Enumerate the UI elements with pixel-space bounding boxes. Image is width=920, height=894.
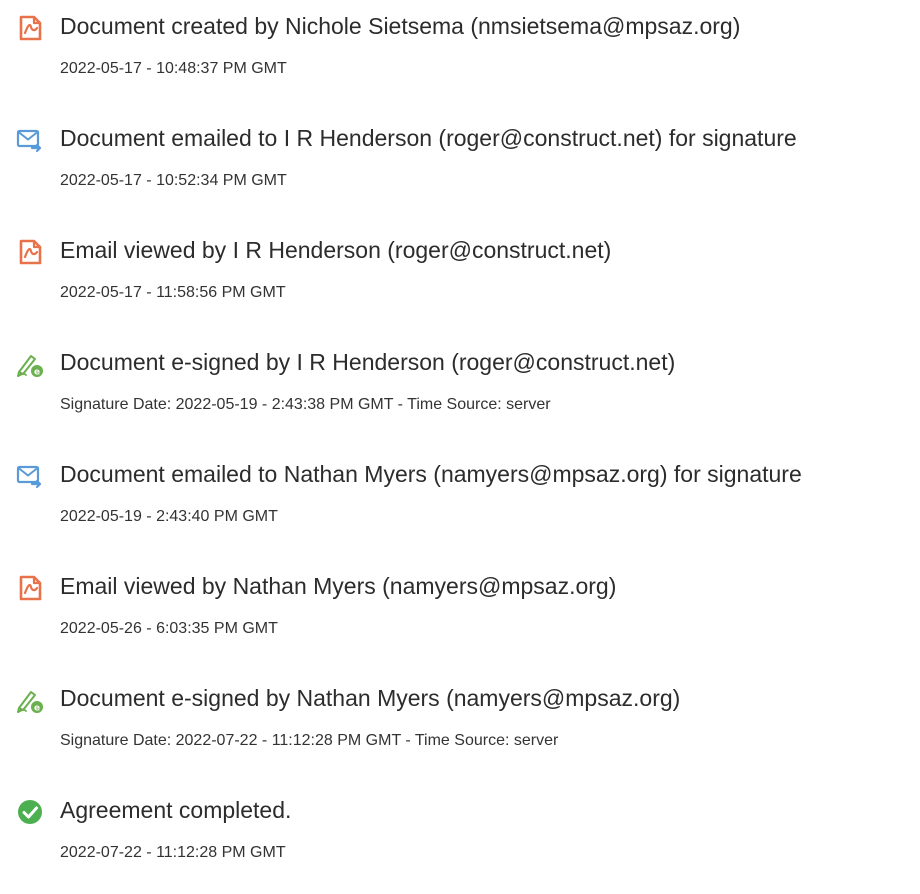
event-title: Document e-signed by Nathan Myers (namye… [60,685,681,711]
history-event-viewed: Email viewed by I R Henderson (roger@con… [16,234,916,346]
history-event-signed: e Document e-signed by I R Henderson (ro… [16,346,916,458]
history-event-completed: Agreement completed. 2022-07-22 - 11:12:… [16,794,916,894]
e-sign-icon: e [16,350,44,378]
history-event-emailed: Document emailed to I R Henderson (roger… [16,122,916,234]
history-event-emailed: Document emailed to Nathan Myers (namyer… [16,458,916,570]
event-title: Document created by Nichole Sietsema (nm… [60,13,741,39]
document-icon [16,574,44,602]
event-timestamp: 2022-05-26 - 6:03:35 PM GMT [60,620,278,637]
history-event-created: Document created by Nichole Sietsema (nm… [16,10,916,122]
history-event-viewed: Email viewed by Nathan Myers (namyers@mp… [16,570,916,682]
event-title: Document e-signed by I R Henderson (roge… [60,349,676,375]
event-title: Document emailed to Nathan Myers (namyer… [60,461,802,487]
event-title: Agreement completed. [60,797,292,823]
history-event-signed: e Document e-signed by Nathan Myers (nam… [16,682,916,794]
email-sent-icon [16,126,44,154]
event-title: Email viewed by I R Henderson (roger@con… [60,237,612,263]
event-timestamp: Signature Date: 2022-07-22 - 11:12:28 PM… [60,732,559,749]
event-timestamp: 2022-07-22 - 11:12:28 PM GMT [60,844,286,861]
e-sign-icon: e [16,686,44,714]
email-sent-icon [16,462,44,490]
event-timestamp: 2022-05-17 - 10:52:34 PM GMT [60,172,287,189]
event-timestamp: Signature Date: 2022-05-19 - 2:43:38 PM … [60,396,551,413]
document-icon [16,238,44,266]
event-timestamp: 2022-05-19 - 2:43:40 PM GMT [60,508,278,525]
event-title: Document emailed to I R Henderson (roger… [60,125,797,151]
svg-text:e: e [34,704,40,714]
document-icon [16,14,44,42]
event-title: Email viewed by Nathan Myers (namyers@mp… [60,573,617,599]
event-timestamp: 2022-05-17 - 11:58:56 PM GMT [60,284,286,301]
audit-history: Document created by Nichole Sietsema (nm… [16,10,916,894]
check-circle-icon [16,798,44,826]
svg-text:e: e [34,368,40,378]
event-timestamp: 2022-05-17 - 10:48:37 PM GMT [60,60,287,77]
